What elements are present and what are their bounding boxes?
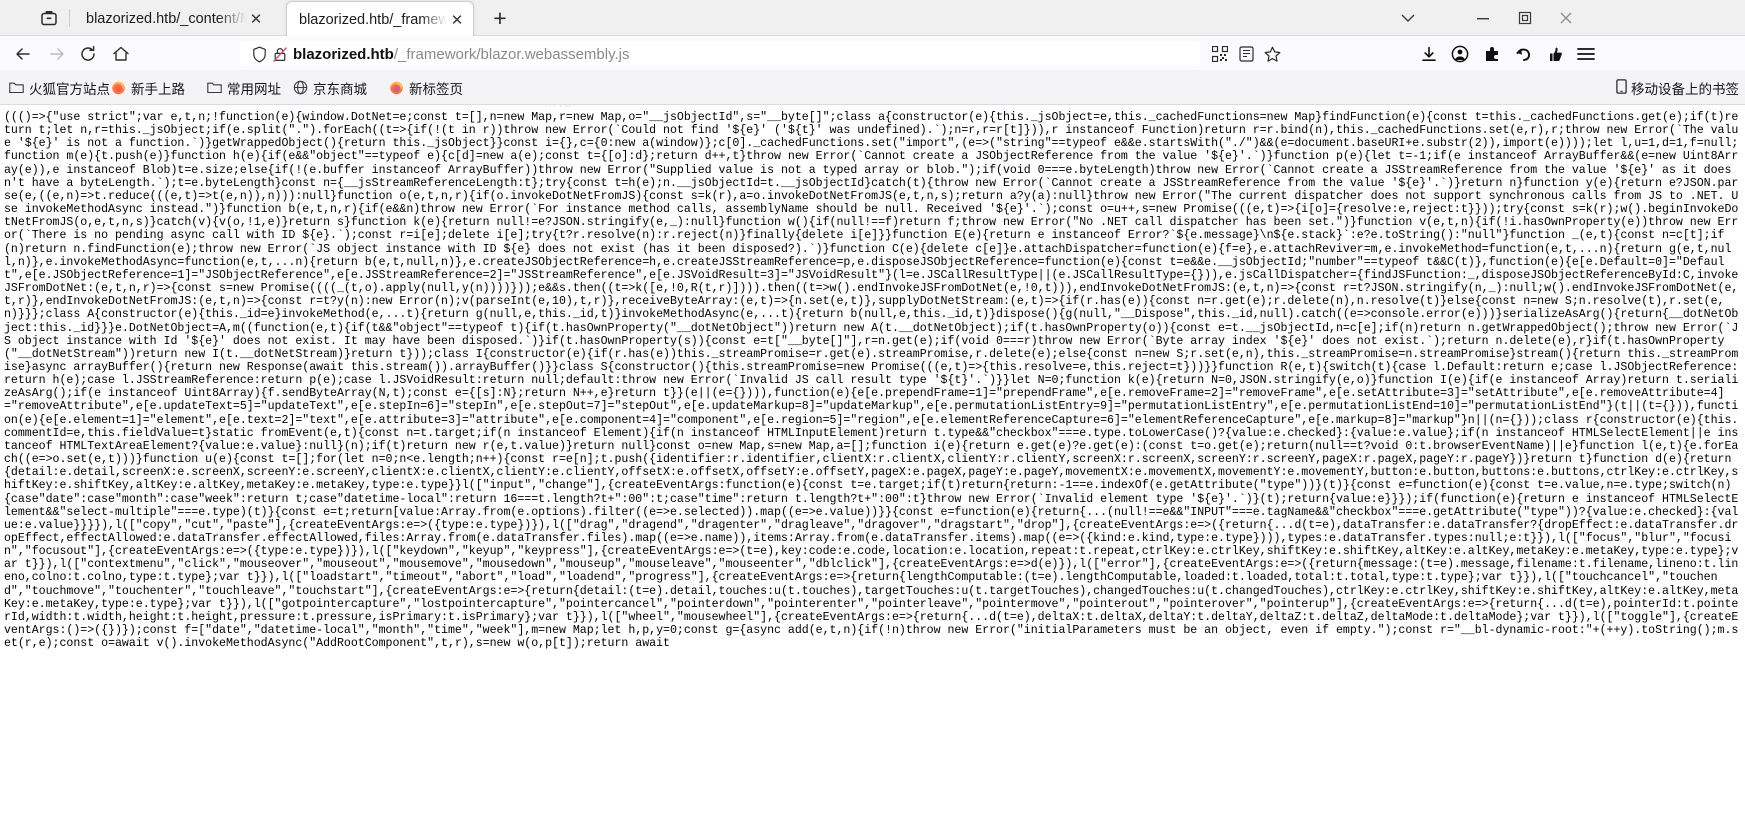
back-arrow-icon xyxy=(16,48,30,60)
reload-button[interactable] xyxy=(77,43,99,65)
bookmark-item-common-sites[interactable]: 常用网址 xyxy=(206,78,281,97)
home-button[interactable] xyxy=(110,43,132,65)
lock-slashed-glyph xyxy=(272,46,288,62)
firefox-glyph xyxy=(111,81,125,95)
bookmark-item-jd[interactable]: 京东商城 xyxy=(292,78,367,97)
tab-title: blazorized.htb/_content/MudBlaz xyxy=(86,10,246,27)
app-menu-icon[interactable] xyxy=(1576,44,1596,64)
bookmark-label: 京东商城 xyxy=(313,81,367,97)
undo-arrow-glyph xyxy=(1516,48,1531,61)
tab-close-button[interactable]: ✕ xyxy=(447,10,467,30)
tab-mudblazor[interactable]: blazorized.htb/_content/MudBlaz ✕ xyxy=(74,3,272,34)
bookmark-label: 常用网址 xyxy=(227,81,281,97)
mobile-glyph xyxy=(1616,78,1627,94)
folder-glyph xyxy=(206,82,222,94)
qr-code-glyph xyxy=(1212,46,1228,62)
address-bar-url: blazorized.htb/_framework/blazor.webasse… xyxy=(293,46,630,63)
bookmarks-toolbar-divider xyxy=(0,104,1745,105)
address-bar[interactable]: blazorized.htb/_framework/blazor.webasse… xyxy=(240,41,1200,67)
folder-glyph xyxy=(8,82,24,94)
thumb-glyph xyxy=(1549,47,1562,61)
bookmark-label: 新手上路 xyxy=(131,81,185,97)
reload-icon xyxy=(81,45,95,61)
reader-view-glyph xyxy=(1238,46,1254,62)
bookmark-item-getting-started[interactable]: 新手上路 xyxy=(110,78,185,97)
star-glyph xyxy=(1264,46,1280,62)
bookmark-star-icon[interactable] xyxy=(1262,44,1282,64)
account-glyph xyxy=(1451,45,1469,63)
lock-slashed-icon[interactable] xyxy=(269,45,291,63)
bookmark-item-mobile[interactable]: 移动设备上的书签 xyxy=(1616,78,1739,97)
undo-icon[interactable] xyxy=(1513,44,1533,64)
browser-window: Console HTML CSS Script DOM Net Inspect … xyxy=(0,0,1745,832)
folder-icon xyxy=(206,80,222,96)
extensions-icon[interactable] xyxy=(1482,44,1502,64)
new-tab-button[interactable]: + xyxy=(488,7,512,31)
tab-close-button[interactable]: ✕ xyxy=(246,9,266,29)
hamburger-glyph xyxy=(1577,48,1595,60)
bookmark-item-firefox-official[interactable]: 火狐官方站点 xyxy=(8,78,110,97)
download-arrow-glyph xyxy=(1422,46,1436,61)
qr-code-icon[interactable] xyxy=(1210,44,1230,64)
forward-button[interactable] xyxy=(46,43,68,65)
url-path: /_framework/blazor.webassembly.js xyxy=(393,45,630,63)
list-all-tabs-button[interactable] xyxy=(38,7,60,29)
window-minimize-button[interactable] xyxy=(1470,8,1496,28)
bookmark-label: 移动设备上的书签 xyxy=(1631,81,1739,97)
window-close-button[interactable] xyxy=(1553,8,1579,28)
account-icon[interactable] xyxy=(1450,44,1470,64)
save-icon[interactable] xyxy=(1545,44,1565,64)
tab-blazor-framework[interactable]: blazorized.htb/_framework/blazo ✕ xyxy=(286,1,474,37)
firefox-glyph xyxy=(389,81,403,95)
shield-icon[interactable] xyxy=(249,45,269,63)
home-icon xyxy=(113,46,129,61)
globe-glyph xyxy=(293,80,307,95)
forward-arrow-icon xyxy=(50,48,64,60)
close-icon xyxy=(1560,12,1572,24)
mobile-icon xyxy=(1616,78,1627,97)
bookmark-label: 新标签页 xyxy=(409,81,463,97)
back-button[interactable] xyxy=(12,43,34,65)
url-domain: blazorized.htb xyxy=(293,45,394,63)
downloads-icon[interactable] xyxy=(1419,44,1439,64)
bookmark-item-new-tab[interactable]: 新标签页 xyxy=(388,78,463,97)
minimize-icon xyxy=(1477,18,1489,20)
shield-glyph xyxy=(252,46,266,62)
globe-icon xyxy=(292,80,308,96)
maximize-icon xyxy=(1518,11,1532,25)
folder-icon xyxy=(8,80,24,96)
list-all-tabs-icon xyxy=(41,11,57,26)
chevron-down-glyph xyxy=(1401,14,1415,22)
puzzle-glyph xyxy=(1485,46,1498,61)
page-source-text: ((()=>{"use strict";var e,t,n;!function(… xyxy=(0,107,1745,832)
bookmark-label: 火狐官方站点 xyxy=(29,81,110,97)
tab-title: blazorized.htb/_framework/blazo xyxy=(299,11,447,28)
reader-view-icon[interactable] xyxy=(1236,44,1256,64)
chevron-down-icon[interactable] xyxy=(1395,8,1421,28)
window-maximize-button[interactable] xyxy=(1512,8,1538,28)
tab-separator xyxy=(69,9,70,27)
firefox-icon xyxy=(388,80,404,96)
firefox-icon xyxy=(110,80,126,96)
